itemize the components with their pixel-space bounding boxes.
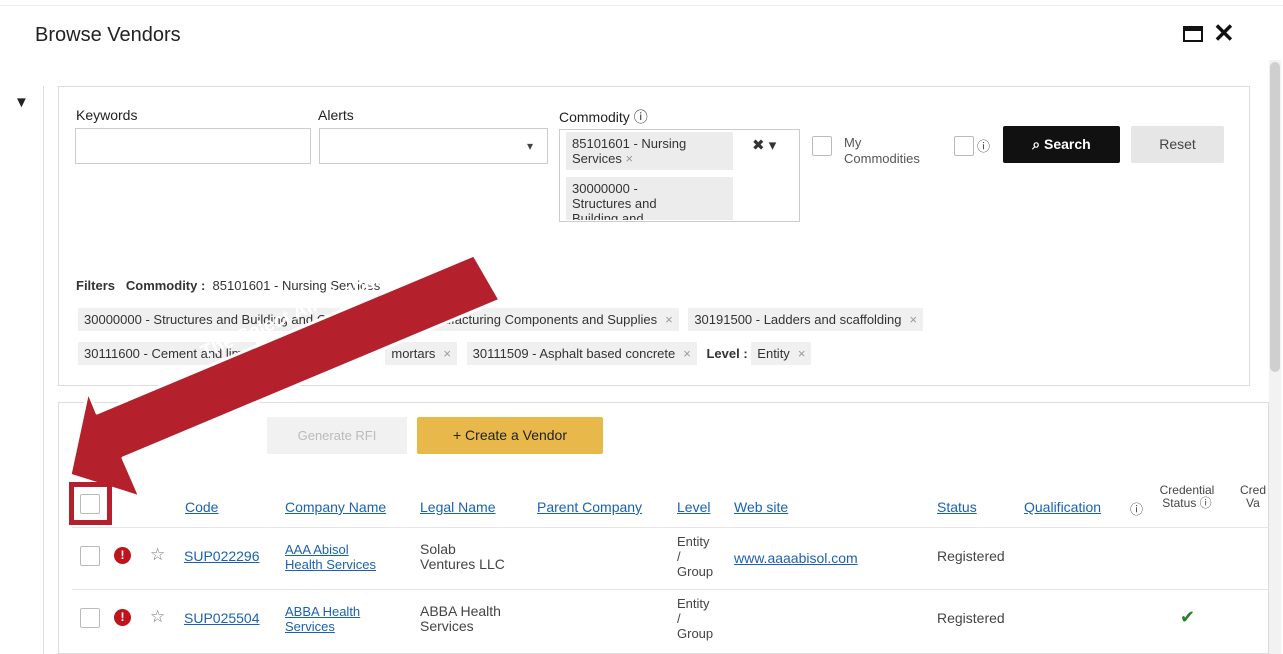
- select-all-highlight-box: [69, 482, 112, 525]
- browse-vendors-window: Browse Vendors ✕ ▼ Keywords Alerts ▾ Com…: [0, 0, 1283, 654]
- annotation-arrow: [68, 253, 502, 499]
